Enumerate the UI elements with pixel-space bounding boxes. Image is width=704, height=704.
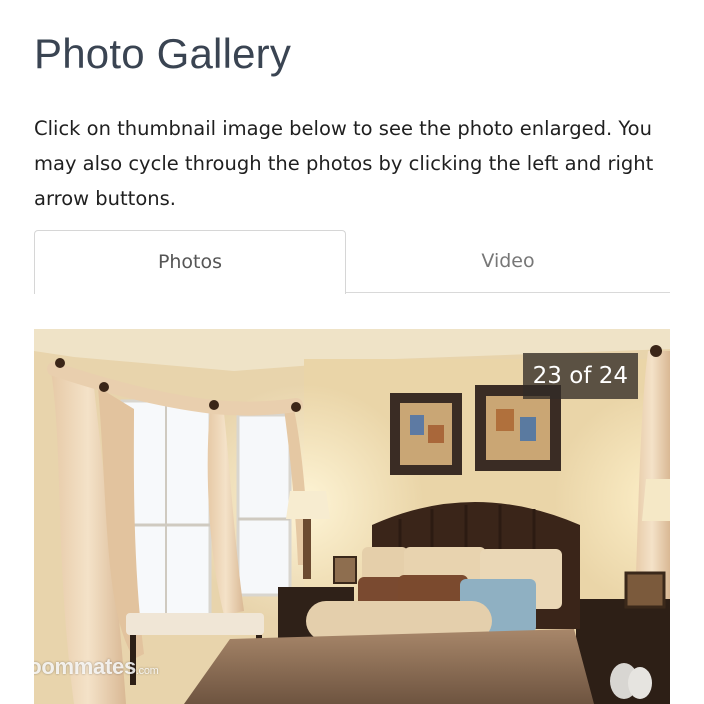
- watermark-brand: roommates: [34, 654, 136, 679]
- photo-counter: 23 of 24: [522, 353, 638, 399]
- gallery-tabs: Photos Video: [34, 230, 670, 294]
- tab-photos[interactable]: Photos: [34, 230, 346, 294]
- photo-gallery-page: Photo Gallery Click on thumbnail image b…: [0, 0, 704, 704]
- watermark-suffix: .com: [135, 665, 159, 677]
- tab-video[interactable]: Video: [346, 230, 670, 293]
- gallery-main-photo[interactable]: 23 of 24 roommates.com: [34, 329, 670, 704]
- roommates-watermark: roommates.com: [34, 654, 159, 680]
- gallery-description: Click on thumbnail image below to see th…: [34, 117, 654, 210]
- page-title: Photo Gallery: [34, 30, 292, 77]
